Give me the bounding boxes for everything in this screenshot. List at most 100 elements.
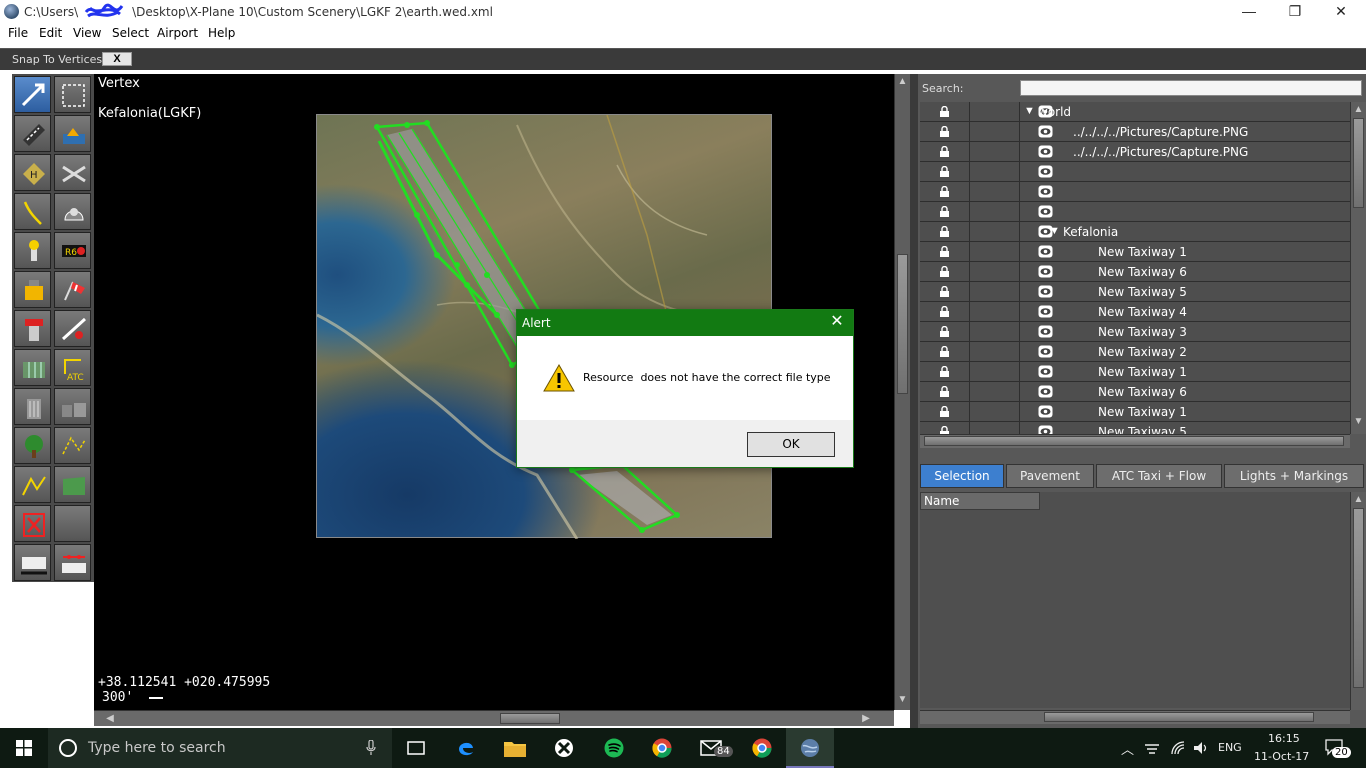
lock-cell[interactable] <box>920 142 970 162</box>
lock-cell[interactable] <box>920 182 970 202</box>
lock-icon[interactable] <box>939 286 950 297</box>
edge-browser-icon[interactable] <box>442 728 490 768</box>
scroll-up-arrow[interactable]: ▲ <box>895 76 910 87</box>
xbox-icon[interactable] <box>540 728 588 768</box>
restore-button[interactable]: ❐ <box>1272 0 1318 24</box>
tree-row[interactable]: New Taxiway 5 <box>920 422 1350 434</box>
lock-icon[interactable] <box>939 226 950 237</box>
menu-edit[interactable]: Edit <box>39 26 62 40</box>
file-explorer-icon[interactable] <box>490 728 538 768</box>
menu-help[interactable]: Help <box>208 26 235 40</box>
lock-icon[interactable] <box>939 306 950 317</box>
props-vscroll-thumb[interactable] <box>1353 508 1364 688</box>
lock-cell[interactable] <box>920 422 970 434</box>
tool-forest-button[interactable] <box>14 427 51 464</box>
lock-cell[interactable] <box>920 202 970 222</box>
tool-facade-button[interactable] <box>14 349 51 386</box>
lock-cell[interactable] <box>920 362 970 382</box>
tool-line-button[interactable] <box>54 427 91 464</box>
visibility-eye-icon[interactable] <box>1038 145 1053 158</box>
map-hscroll-thumb[interactable] <box>500 713 560 724</box>
lock-cell[interactable] <box>920 162 970 182</box>
lock-icon[interactable] <box>939 186 950 197</box>
tool-light-fixture-button[interactable] <box>14 232 51 269</box>
tree-row[interactable] <box>920 162 1350 182</box>
tool-taxiway-button[interactable] <box>14 193 51 230</box>
lock-icon[interactable] <box>939 206 950 217</box>
tree-row[interactable]: ../../../../Pictures/Capture.PNG <box>920 142 1350 162</box>
wifi-icon[interactable] <box>1170 740 1186 756</box>
map-vertical-scrollbar[interactable]: ▲ ▼ <box>894 74 910 710</box>
scroll-down-arrow[interactable]: ▼ <box>895 694 910 705</box>
visibility-eye-icon[interactable] <box>1038 265 1053 278</box>
tree-row[interactable]: New Taxiway 4 <box>920 302 1350 322</box>
visibility-cell[interactable] <box>970 402 1053 422</box>
visibility-cell[interactable] <box>970 182 1053 202</box>
tool-vertex-select-button[interactable] <box>14 76 51 113</box>
tool-stopway-button[interactable] <box>54 544 91 581</box>
tool-polygon-button[interactable] <box>54 466 91 503</box>
visibility-eye-icon[interactable] <box>1038 205 1053 218</box>
tree-row[interactable]: New Taxiway 1 <box>920 402 1350 422</box>
lock-cell[interactable] <box>920 102 970 122</box>
tree-vscroll-thumb[interactable] <box>1353 118 1364 208</box>
lock-icon[interactable] <box>939 346 950 357</box>
tool-blank-button[interactable] <box>54 505 91 542</box>
tool-beacon-button[interactable] <box>14 310 51 347</box>
tree-vertical-scrollbar[interactable]: ▲ ▼ <box>1350 102 1366 434</box>
visibility-cell[interactable] <box>970 122 1053 142</box>
lock-icon[interactable] <box>939 366 950 377</box>
tool-ramp-start-button[interactable] <box>54 154 91 191</box>
menu-view[interactable]: View <box>73 26 101 40</box>
visibility-eye-icon[interactable] <box>1038 245 1053 258</box>
visibility-eye-icon[interactable] <box>1038 425 1053 434</box>
visibility-cell[interactable] <box>970 242 1053 262</box>
lock-icon[interactable] <box>939 406 950 417</box>
tree-hscroll-thumb[interactable] <box>924 436 1344 446</box>
tree-row[interactable]: New Taxiway 6 <box>920 262 1350 282</box>
tree-row[interactable]: ../../../../Pictures/Capture.PNG <box>920 122 1350 142</box>
props-scroll-up-arrow[interactable]: ▲ <box>1351 494 1366 505</box>
visibility-cell[interactable] <box>970 382 1053 402</box>
ok-button[interactable]: OK <box>747 432 835 457</box>
tree-row[interactable]: New Taxiway 3 <box>920 322 1350 342</box>
tool-exclusion-button[interactable] <box>14 505 51 542</box>
snap-to-vertices-checkbox[interactable]: X <box>102 52 132 66</box>
menu-airport[interactable]: Airport <box>157 26 198 40</box>
visibility-eye-icon[interactable] <box>1038 165 1053 178</box>
visibility-eye-icon[interactable] <box>1038 365 1053 378</box>
tree-row[interactable]: New Taxiway 1 <box>920 242 1350 262</box>
volume-icon[interactable] <box>1193 740 1209 756</box>
visibility-cell[interactable] <box>970 142 1053 162</box>
tab-selection[interactable]: Selection <box>920 464 1004 488</box>
tree-scroll-up-arrow[interactable]: ▲ <box>1351 104 1366 115</box>
visibility-cell[interactable] <box>970 162 1053 182</box>
tree-row[interactable]: ▼ world <box>920 102 1350 122</box>
spotify-icon[interactable] <box>590 728 638 768</box>
lock-icon[interactable] <box>939 106 950 117</box>
lock-cell[interactable] <box>920 122 970 142</box>
tree-scroll-down-arrow[interactable]: ▼ <box>1351 416 1366 427</box>
tool-exclusion-zone-button[interactable] <box>54 310 91 347</box>
lock-icon[interactable] <box>939 246 950 257</box>
tool-sealane-button[interactable] <box>54 115 91 152</box>
pane-splitter[interactable] <box>910 74 918 728</box>
language-indicator[interactable]: ENG <box>1218 741 1242 754</box>
clock-time[interactable]: 16:15 <box>1268 732 1300 745</box>
lock-cell[interactable] <box>920 222 970 242</box>
lock-cell[interactable] <box>920 282 970 302</box>
lock-cell[interactable] <box>920 262 970 282</box>
tool-helipad-button[interactable]: H <box>14 154 51 191</box>
props-vertical-scrollbar[interactable]: ▲ <box>1350 492 1366 710</box>
lock-cell[interactable] <box>920 322 970 342</box>
tool-object-button[interactable] <box>14 388 51 425</box>
lock-icon[interactable] <box>939 166 950 177</box>
visibility-eye-icon[interactable] <box>1038 405 1053 418</box>
tray-chevron-icon[interactable]: ︿ <box>1121 739 1134 758</box>
visibility-cell[interactable] <box>970 222 1053 242</box>
tree-horizontal-scrollbar[interactable] <box>920 434 1350 448</box>
visibility-eye-icon[interactable] <box>1038 185 1053 198</box>
props-horizontal-scrollbar[interactable] <box>920 710 1350 724</box>
tool-tower-viewpoint-button[interactable] <box>14 271 51 308</box>
tool-polygon-draw-button[interactable] <box>14 466 51 503</box>
